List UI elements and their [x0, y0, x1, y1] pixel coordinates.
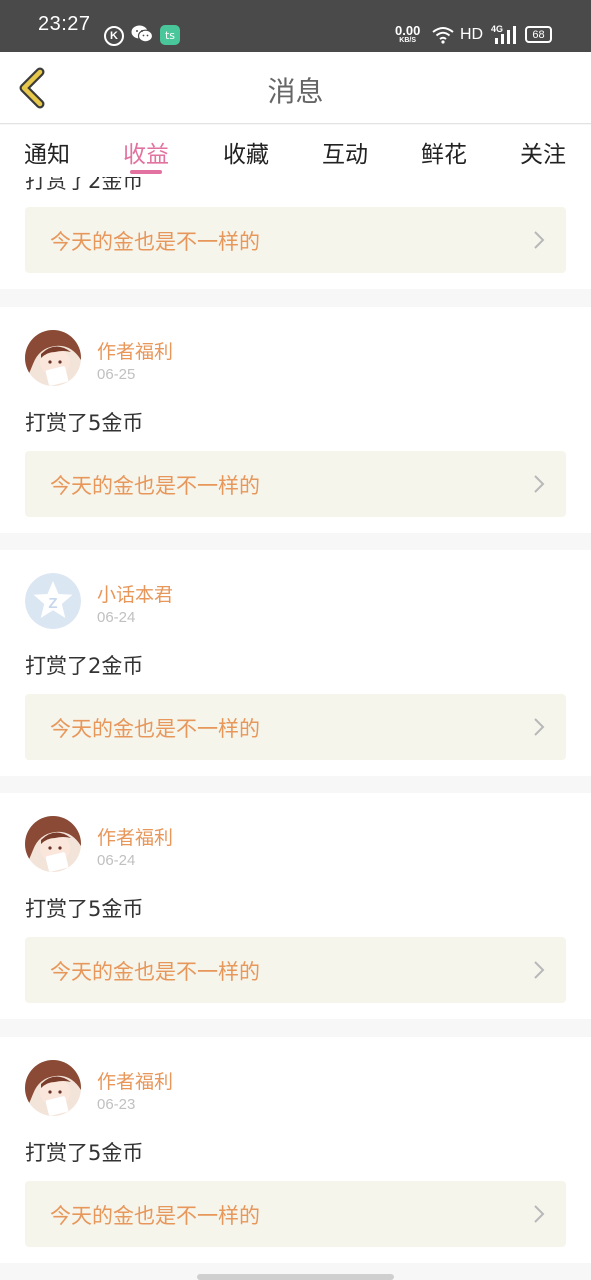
battery-icon: 68	[525, 26, 552, 43]
tab-following[interactable]: 关注	[507, 135, 579, 169]
avatar[interactable]	[25, 330, 81, 386]
reference-link[interactable]: 今天的金也是不一样的	[25, 451, 566, 517]
app-header: 消息	[0, 52, 591, 124]
tab-interactions[interactable]: 互动	[309, 135, 381, 169]
message-card: 打赏了2金币 今天的金也是不一样的	[0, 177, 591, 289]
avatar[interactable]	[25, 816, 81, 872]
date: 06-25	[97, 366, 136, 383]
status-bar: 23:27 K ts 0.00 KB/S HD 4G 68	[0, 0, 591, 52]
reference-title: 今天的金也是不一样的	[50, 474, 260, 498]
message-list[interactable]: 打赏了2金币 今天的金也是不一样的 作者福利 06-25 打赏了5金币 今天的金…	[0, 177, 591, 1280]
message-card: Z 小话本君 06-24 打赏了2金币 今天的金也是不一样的	[0, 550, 591, 776]
reference-link[interactable]: 今天的金也是不一样的	[25, 937, 566, 1003]
username[interactable]: 作者福利	[97, 337, 173, 364]
reference-title: 今天的金也是不一样的	[50, 1204, 260, 1228]
message-card: 作者福利 06-25 打赏了5金币 今天的金也是不一样的	[0, 307, 591, 533]
date: 06-24	[97, 609, 136, 626]
avatar[interactable]	[25, 1060, 81, 1116]
tab-bar: 通知 收益 收藏 互动 鲜花 关注	[0, 125, 591, 177]
home-indicator[interactable]	[197, 1274, 394, 1280]
message-text: 打赏了5金币	[25, 1141, 144, 1165]
tab-earnings[interactable]: 收益	[110, 135, 182, 169]
date: 06-23	[97, 1096, 136, 1113]
default-star-avatar-icon: Z	[25, 573, 81, 629]
k-icon: K	[104, 26, 124, 46]
reference-link[interactable]: 今天的金也是不一样的	[25, 1181, 566, 1247]
status-time: 23:27	[38, 13, 91, 35]
chevron-right-icon	[534, 231, 545, 249]
net-speed-value: 0.00	[395, 23, 421, 38]
chevron-right-icon	[534, 475, 545, 493]
username[interactable]: 小话本君	[97, 580, 173, 607]
wechat-icon	[131, 25, 153, 43]
reference-title: 今天的金也是不一样的	[50, 960, 260, 984]
date: 06-24	[97, 852, 136, 869]
chevron-right-icon	[534, 718, 545, 736]
message-text: 打赏了5金币	[25, 897, 144, 921]
reference-link[interactable]: 今天的金也是不一样的	[25, 207, 566, 273]
username[interactable]: 作者福利	[97, 1067, 173, 1094]
message-text: 打赏了5金币	[25, 411, 144, 435]
avatar[interactable]: Z	[25, 573, 81, 629]
net-speed: 0.00 KB/S	[395, 24, 420, 44]
signal-icon	[495, 26, 516, 44]
net-speed-unit: KB/S	[399, 37, 417, 44]
chevron-right-icon	[534, 1205, 545, 1223]
username[interactable]: 作者福利	[97, 823, 173, 850]
message-text: 打赏了2金币	[25, 177, 144, 193]
anime-girl-avatar-icon	[25, 816, 81, 872]
hd-indicator: HD	[460, 26, 484, 43]
message-card: 作者福利 06-23 打赏了5金币 今天的金也是不一样的	[0, 1037, 591, 1263]
reference-link[interactable]: 今天的金也是不一样的	[25, 694, 566, 760]
tab-notifications[interactable]: 通知	[11, 135, 83, 169]
reference-title: 今天的金也是不一样的	[50, 230, 260, 254]
tab-favorites[interactable]: 收藏	[210, 135, 282, 169]
app-icon: ts	[160, 25, 180, 45]
tab-flowers[interactable]: 鲜花	[408, 135, 480, 169]
reference-title: 今天的金也是不一样的	[50, 717, 260, 741]
chevron-right-icon	[534, 961, 545, 979]
svg-text:Z: Z	[48, 595, 57, 612]
wifi-icon	[432, 27, 454, 44]
active-tab-indicator	[130, 170, 162, 174]
anime-girl-avatar-icon	[25, 330, 81, 386]
message-text: 打赏了2金币	[25, 654, 144, 678]
anime-girl-avatar-icon	[25, 1060, 81, 1116]
page-title: 消息	[267, 75, 324, 108]
message-card: 作者福利 06-24 打赏了5金币 今天的金也是不一样的	[0, 793, 591, 1019]
